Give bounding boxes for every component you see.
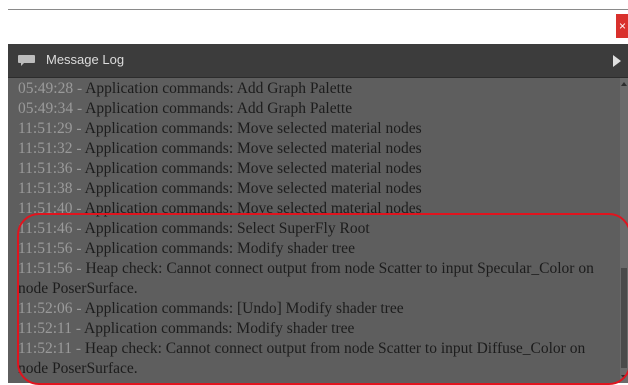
scroll-down-icon[interactable]: [621, 374, 627, 380]
log-separator: -: [76, 120, 82, 137]
log-timestamp: 05:49:34: [18, 100, 74, 117]
log-separator: -: [76, 300, 82, 317]
log-timestamp: 11:51:36: [18, 160, 73, 177]
log-entry: 11:52:11 - Heap check: Cannot connect ou…: [18, 339, 616, 379]
log-separator: -: [77, 80, 83, 97]
log-entry: 11:51:46 - Application commands: Select …: [18, 219, 616, 239]
panel-header[interactable]: Message Log: [8, 44, 628, 78]
log-separator: -: [76, 260, 82, 277]
log-message: Application commands: [Undo] Modify shad…: [84, 300, 404, 317]
log-entry: 11:51:56 - Heap check: Cannot connect ou…: [18, 259, 616, 299]
log-message: Application commands: Move selected mate…: [84, 160, 422, 177]
chat-bubble-icon: [18, 55, 35, 66]
log-content[interactable]: 05:49:28 - Application commands: Add Gra…: [8, 78, 620, 383]
log-message: Application commands: Move selected mate…: [84, 180, 422, 197]
log-entry: 11:51:56 - Application commands: Modify …: [18, 239, 616, 259]
log-entry: 11:52:06 - Application commands: [Undo] …: [18, 299, 616, 319]
log-entry: 05:49:34 - Application commands: Add Gra…: [18, 99, 616, 119]
log-entry: 11:51:40 - Application commands: Move se…: [18, 199, 616, 219]
log-message: Application commands: Add Graph Palette: [85, 80, 353, 97]
log-separator: -: [76, 140, 82, 157]
log-entry: 11:51:32 - Application commands: Move se…: [18, 139, 616, 159]
log-separator: -: [76, 160, 82, 177]
log-separator: -: [75, 340, 82, 357]
log-message: Application commands: Move selected mate…: [84, 120, 422, 137]
log-message: Application commands: Modify shader tree: [84, 320, 355, 337]
log-timestamp: 11:52:11: [18, 340, 72, 357]
close-button[interactable]: ×: [616, 14, 628, 38]
log-separator: -: [75, 320, 82, 337]
log-message: Application commands: Select SuperFly Ro…: [84, 220, 370, 237]
log-entry: 11:51:38 - Application commands: Move se…: [18, 179, 616, 199]
log-message: Application commands: Move selected mate…: [84, 140, 422, 157]
log-entry: 05:49:28 - Application commands: Add Gra…: [18, 79, 616, 99]
log-timestamp: 11:51:56: [18, 240, 73, 257]
top-divider: [8, 9, 628, 10]
log-separator: -: [76, 240, 82, 257]
log-separator: -: [76, 180, 82, 197]
log-message: Application commands: Modify shader tree: [84, 240, 355, 257]
log-timestamp: 11:51:40: [18, 200, 73, 217]
log-timestamp: 11:51:38: [18, 180, 73, 197]
log-entry: 11:52:11 - Application commands: Modify …: [18, 319, 616, 339]
triangle-right-icon[interactable]: [613, 55, 621, 67]
log-timestamp: 11:51:56: [18, 260, 73, 277]
log-separator: -: [76, 220, 82, 237]
log-separator: -: [77, 100, 83, 117]
log-message: Heap check: Cannot connect output from n…: [18, 260, 594, 297]
log-timestamp: 11:52:11: [18, 320, 72, 337]
log-timestamp: 11:51:29: [18, 120, 73, 137]
scroll-up-icon[interactable]: [621, 81, 627, 87]
log-timestamp: 05:49:28: [18, 80, 74, 97]
message-log-panel: Message Log 05:49:28 - Application comma…: [8, 44, 628, 383]
panel-title: Message Log: [46, 52, 125, 67]
log-entry: 11:51:29 - Application commands: Move se…: [18, 119, 616, 139]
scrollbar-thumb[interactable]: [621, 268, 627, 368]
log-timestamp: 11:52:06: [18, 300, 73, 317]
log-timestamp: 11:51:46: [18, 220, 73, 237]
log-separator: -: [76, 200, 82, 217]
log-message: Application commands: Add Graph Palette: [85, 100, 353, 117]
log-message: Heap check: Cannot connect output from n…: [18, 340, 586, 377]
log-timestamp: 11:51:32: [18, 140, 73, 157]
log-message: Application commands: Move selected mate…: [84, 200, 422, 217]
log-entry: 11:51:36 - Application commands: Move se…: [18, 159, 616, 179]
vertical-scrollbar[interactable]: [620, 78, 628, 383]
log-list: 05:49:28 - Application commands: Add Gra…: [18, 79, 616, 379]
